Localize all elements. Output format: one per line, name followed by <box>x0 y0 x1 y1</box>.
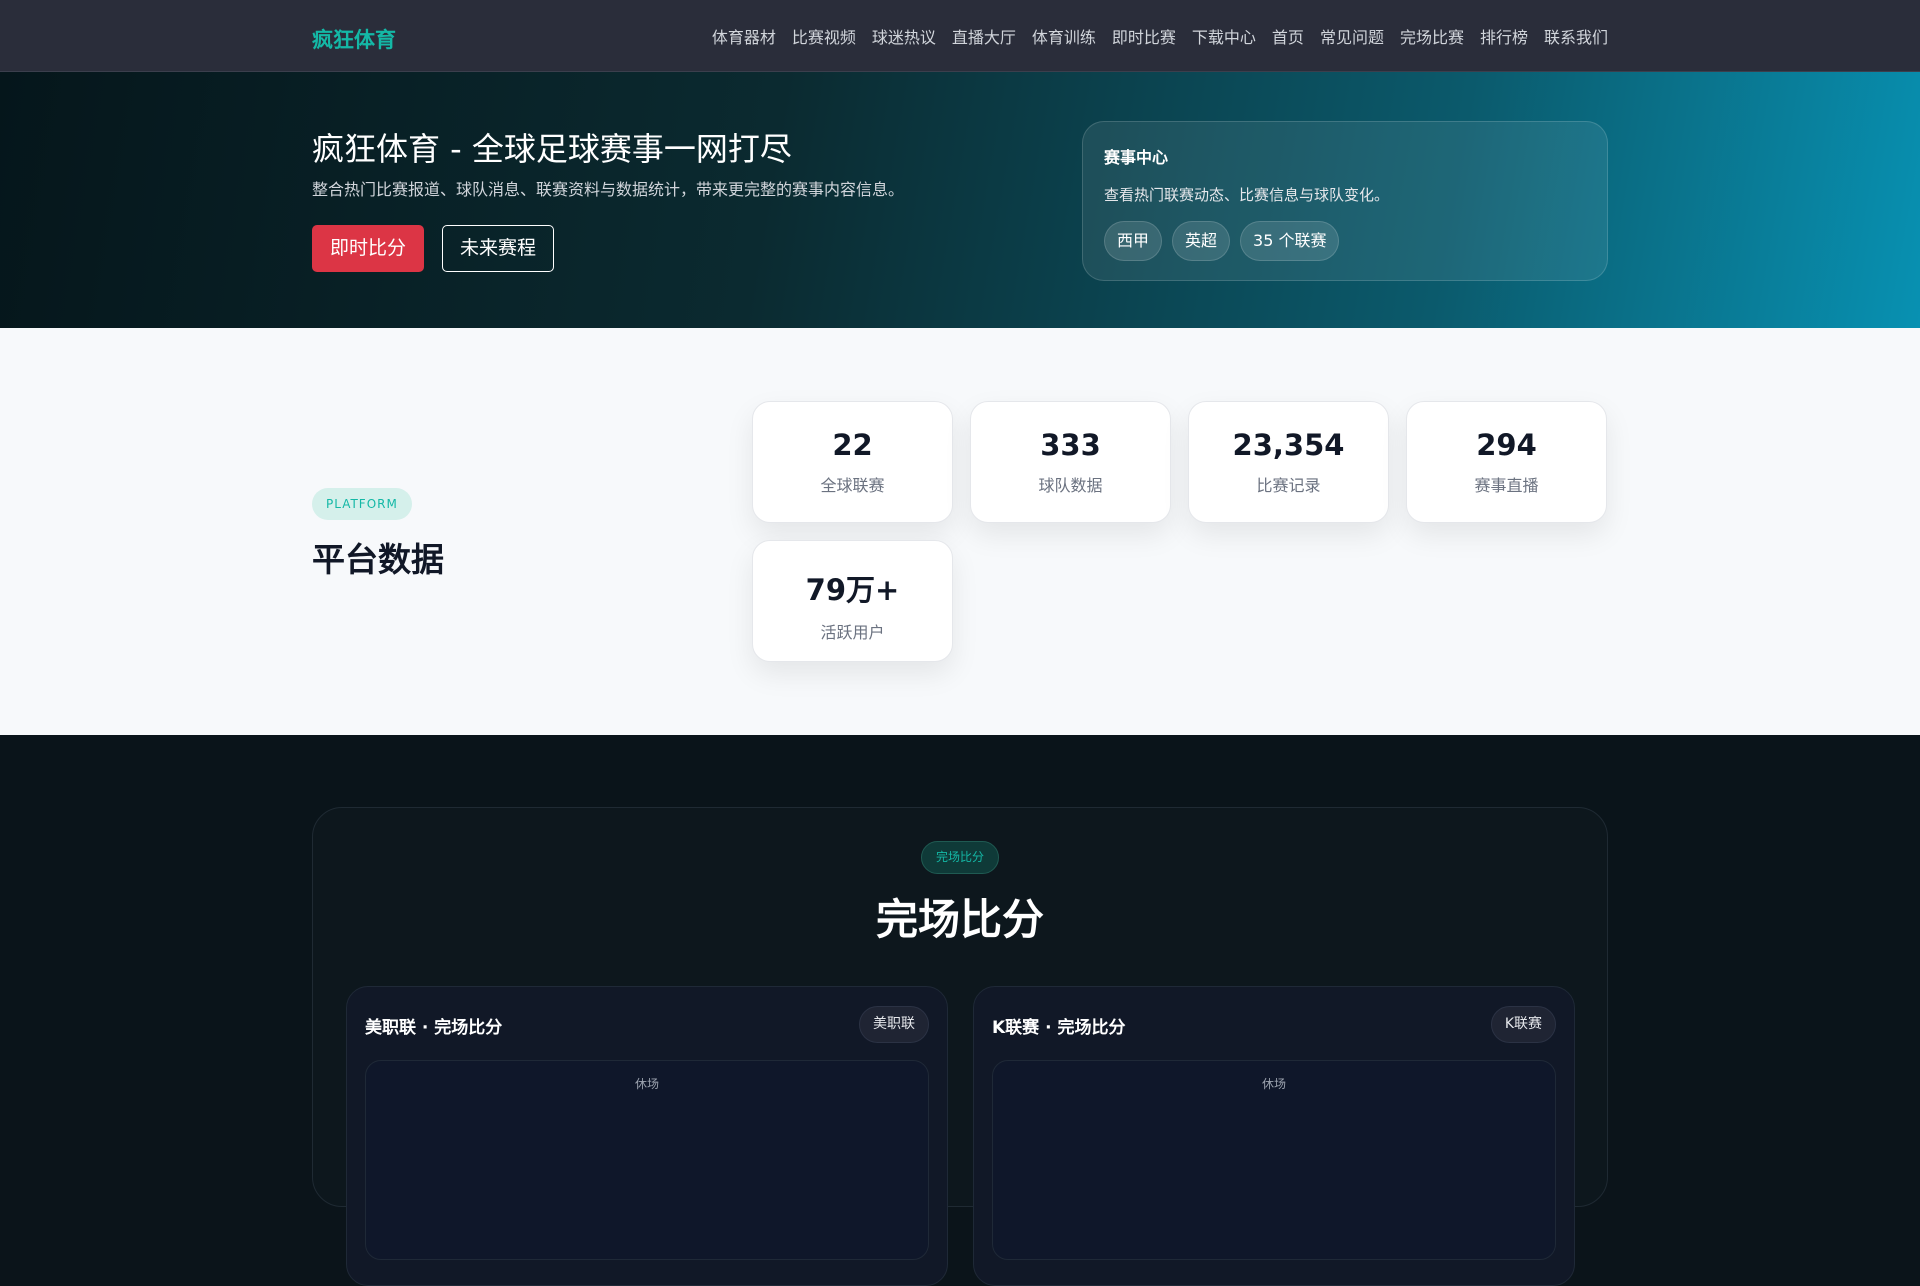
event-center-text: 查看热门联赛动态、比赛信息与球队变化。 <box>1104 186 1390 204</box>
stat-card: 23,354 比赛记录 <box>1188 401 1389 523</box>
stat-label: 全球联赛 <box>820 476 885 495</box>
upcoming-fixtures-button[interactable]: 未来赛程 <box>442 225 555 272</box>
league-count-chip[interactable]: 35 个联赛 <box>1240 221 1340 261</box>
nav-item[interactable]: 常见问题 <box>1320 24 1384 48</box>
results-badge: 完场比分 <box>920 841 1000 874</box>
stat-label: 比赛记录 <box>1256 476 1321 495</box>
event-center-title: 赛事中心 <box>1104 148 1169 167</box>
platform-badge: PLATFORM <box>312 488 412 520</box>
league-chip[interactable]: 英超 <box>1172 221 1231 261</box>
match-item[interactable]: 休场 <box>992 1060 1556 1260</box>
stat-label: 球队数据 <box>1038 476 1103 495</box>
stat-label: 活跃用户 <box>820 623 885 642</box>
league-results-card: K联赛 · 完场比分 K联赛 休场 <box>973 986 1575 1286</box>
stat-value: 333 <box>1040 428 1101 462</box>
league-tag[interactable]: K联赛 <box>1490 1006 1556 1043</box>
card-title: K联赛 · 完场比分 <box>992 1018 1126 1038</box>
live-score-button[interactable]: 即时比分 <box>312 225 425 272</box>
results-panel: 完场比分 完场比分 美职联 · 完场比分 美职联 休场 K联赛 · 完场比分 K… <box>312 807 1608 1286</box>
match-item[interactable]: 休场 <box>365 1060 929 1260</box>
stat-value: 79万+ <box>805 573 900 607</box>
stat-value: 23,354 <box>1232 428 1345 462</box>
card-title: 美职联 · 完场比分 <box>365 1018 503 1038</box>
match-status: 休场 <box>1261 1077 1286 1091</box>
nav-item[interactable]: 完场比赛 <box>1400 24 1464 48</box>
stat-value: 22 <box>832 428 873 462</box>
nav-item[interactable]: 下载中心 <box>1192 24 1256 48</box>
match-status: 休场 <box>634 1077 659 1091</box>
platform-title: 平台数据 <box>312 540 444 579</box>
results-title: 完场比分 <box>875 895 1044 944</box>
stat-card: 333 球队数据 <box>970 401 1171 523</box>
stat-card: 22 全球联赛 <box>752 401 953 523</box>
nav-item[interactable]: 比赛视频 <box>792 24 856 48</box>
top-nav: 疯狂体育 体育器材 比赛视频 球迷热议 直播大厅 体育训练 即时比赛 下载中心 … <box>0 0 1920 72</box>
nav-item[interactable]: 直播大厅 <box>952 24 1016 48</box>
platform-stats-section: PLATFORM 平台数据 22 全球联赛 333 球队数据 23,354 比赛记录 … <box>0 328 1920 735</box>
league-chip[interactable]: 西甲 <box>1104 221 1163 261</box>
stat-label: 赛事直播 <box>1474 476 1539 495</box>
hero: 疯狂体育 - 全球足球赛事一网打尽 整合热门比赛报道、球队消息、联赛资料与数据统… <box>0 72 1920 328</box>
hero-title: 疯狂体育 - 全球足球赛事一网打尽 <box>312 130 792 168</box>
nav-menu: 体育器材 比赛视频 球迷热议 直播大厅 体育训练 即时比赛 下载中心 首页 常见… <box>712 24 1608 48</box>
nav-item[interactable]: 体育器材 <box>712 24 776 48</box>
league-tag[interactable]: 美职联 <box>859 1006 929 1043</box>
results-section: 完场比分 完场比分 美职联 · 完场比分 美职联 休场 K联赛 · 完场比分 K… <box>0 735 1920 1286</box>
league-results-card: 美职联 · 完场比分 美职联 休场 <box>346 986 948 1286</box>
nav-item[interactable]: 即时比赛 <box>1112 24 1176 48</box>
stat-card: 79万+ 活跃用户 <box>752 540 953 662</box>
stat-value: 294 <box>1476 428 1537 462</box>
logo[interactable]: 疯狂体育 <box>312 24 396 54</box>
nav-item[interactable]: 首页 <box>1272 24 1304 48</box>
nav-item[interactable]: 体育训练 <box>1032 24 1096 48</box>
hero-subtitle: 整合热门比赛报道、球队消息、联赛资料与数据统计，带来更完整的赛事内容信息。 <box>312 180 905 199</box>
nav-item[interactable]: 球迷热议 <box>872 24 936 48</box>
stat-card: 294 赛事直播 <box>1406 401 1607 523</box>
event-center-card: 赛事中心 查看热门联赛动态、比赛信息与球队变化。 西甲 英超 35 个联赛 <box>1082 121 1608 281</box>
nav-item[interactable]: 联系我们 <box>1544 24 1608 48</box>
nav-item[interactable]: 排行榜 <box>1480 24 1528 48</box>
